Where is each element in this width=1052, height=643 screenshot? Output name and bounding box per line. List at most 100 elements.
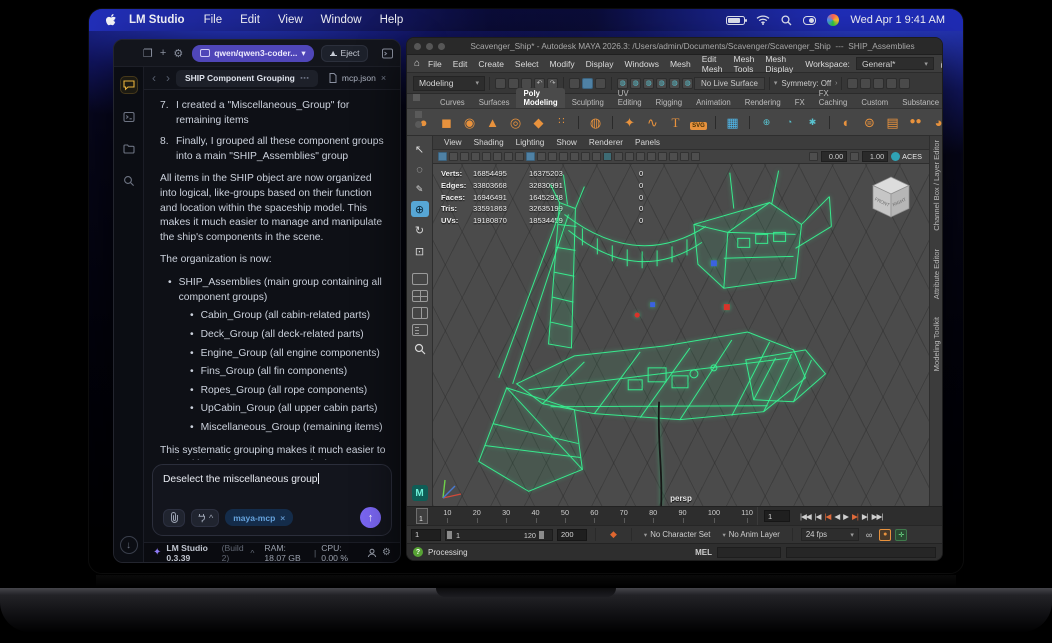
tab-attribute-editor[interactable]: Attribute Editor	[932, 249, 941, 299]
sidebar-chat-icon[interactable]	[119, 76, 138, 94]
type-tool-icon[interactable]: T	[665, 116, 686, 129]
step-back-frame-button[interactable]: |◀	[815, 512, 822, 521]
new-window-icon[interactable]: ❐	[143, 45, 153, 61]
maya-menu-mesh-display[interactable]: Mesh Display	[760, 54, 798, 74]
go-to-start-button[interactable]: |◀◀	[800, 512, 812, 521]
field-chart-icon[interactable]	[570, 152, 579, 161]
svg-tool-icon[interactable]: SVG	[688, 116, 709, 130]
zoom-window-button[interactable]	[438, 42, 445, 50]
shadows-toggle-icon[interactable]	[647, 152, 656, 161]
chevron-up-icon[interactable]: ^	[250, 548, 254, 558]
close-tab-icon[interactable]: ×	[381, 73, 386, 83]
layout-outliner-button[interactable]	[411, 324, 428, 336]
spotlight-search-icon[interactable]	[781, 14, 792, 26]
center-pivot-icon[interactable]: ✱	[802, 117, 823, 127]
maya-menu-mesh-tools[interactable]: Mesh Tools	[729, 54, 760, 74]
maya-menu-file[interactable]: File	[423, 59, 447, 69]
gate-mask-icon[interactable]	[559, 152, 568, 161]
color-management-icon[interactable]	[891, 152, 901, 161]
paint-select-tool-icon[interactable]: ✎	[411, 183, 429, 196]
menubar-app-status-icon[interactable]	[827, 14, 840, 26]
greasepencil-icon[interactable]	[515, 152, 524, 161]
maya-menu-edit[interactable]: Edit	[448, 59, 473, 69]
gamma-field[interactable]: 1.00	[862, 151, 889, 162]
remove-mcp-icon[interactable]: ×	[280, 513, 285, 523]
poly-cylinder-icon[interactable]: ◉	[459, 116, 480, 129]
mcp-server-pill[interactable]: maya-mcp ×	[225, 509, 294, 526]
shelf-tab-surfaces[interactable]: Surfaces	[472, 97, 517, 108]
lock-camera-icon[interactable]	[449, 152, 458, 161]
anim-end-field[interactable]: 200	[557, 528, 587, 541]
menu-view[interactable]: View	[278, 14, 303, 26]
maya-menu-select[interactable]: Select	[510, 59, 544, 69]
step-forward-frame-button[interactable]: ▶|	[862, 512, 869, 521]
wireframe-mode-icon[interactable]	[603, 152, 612, 161]
save-scene-icon[interactable]	[521, 77, 532, 89]
user-account-icon[interactable]	[367, 548, 377, 558]
workspace-selector[interactable]: General* ▾	[855, 57, 934, 70]
bridge-icon[interactable]: ●●	[905, 117, 926, 127]
app-version[interactable]: LM Studio 0.3.39	[166, 543, 216, 563]
time-slider[interactable]: 010 2030 4050 6070 8090 100110 1 1 |◀◀ |…	[407, 506, 942, 525]
render-settings-icon[interactable]	[873, 77, 885, 89]
grid-toggle-icon[interactable]	[526, 152, 535, 161]
select-tool-icon[interactable]: ↖	[411, 141, 429, 157]
model-selector[interactable]: qwen/qwen3-coder... ▾	[192, 44, 314, 62]
tab-options-icon[interactable]: ⋯	[300, 73, 309, 84]
snap-point-icon[interactable]: ◍	[643, 77, 654, 89]
motionblur-toggle-icon[interactable]	[669, 152, 678, 161]
step-back-key-button[interactable]: |◀	[824, 512, 831, 521]
shelf-tab-animation[interactable]: Animation	[689, 97, 738, 108]
menu-edit[interactable]: Edit	[240, 14, 260, 26]
lock-icon[interactable]	[940, 59, 942, 69]
resolution-gate-icon[interactable]	[548, 152, 557, 161]
step-forward-key-button[interactable]: ▶|	[852, 512, 859, 521]
character-set-selector[interactable]: ▾ No Character Set	[640, 530, 715, 539]
tab-ship-component-grouping[interactable]: SHIP Component Grouping ⋯	[176, 69, 318, 87]
shelf-tab-custom[interactable]: Custom	[854, 97, 895, 108]
joint-axis-icon[interactable]: ⊕	[756, 117, 777, 127]
home-icon[interactable]: ⌂	[414, 58, 420, 69]
select-hierarchy-icon[interactable]	[569, 77, 580, 89]
panel-menu-shading[interactable]: Shading	[469, 138, 509, 147]
range-end-handle[interactable]	[539, 530, 544, 539]
film-gate-icon[interactable]	[537, 152, 546, 161]
shelf-tab-poly-modeling[interactable]: Poly Modeling	[516, 88, 565, 108]
shelf-tab-substance[interactable]: Substance	[895, 97, 942, 108]
play-backwards-button[interactable]: ◀	[834, 512, 840, 521]
panel-menu-view[interactable]: View	[439, 138, 467, 147]
camera-attributes-icon[interactable]	[460, 152, 469, 161]
nav-back-button[interactable]: ‹	[148, 71, 160, 85]
maya-menu-edit-mesh[interactable]: Edit Mesh	[697, 54, 728, 74]
poly-torus-icon[interactable]: ◎	[505, 116, 526, 129]
oversca n-icon[interactable]	[504, 152, 513, 161]
fps-selector[interactable]: 24 fps ▾	[800, 528, 859, 541]
new-chat-button[interactable]: +	[160, 45, 166, 61]
chat-input-card[interactable]: Deselect the miscellaneous group ^ maya-…	[152, 464, 392, 536]
shelf-tab-rigging[interactable]: Rigging	[649, 97, 689, 108]
terminal-icon[interactable]	[382, 45, 394, 61]
snap-view-plane-icon[interactable]: ◍	[669, 77, 680, 89]
combine-icon[interactable]: ⊜	[859, 116, 880, 129]
sidebar-discover-search-icon[interactable]	[120, 172, 138, 190]
snap-grid-icon[interactable]: ◍	[617, 77, 628, 89]
shelf-item-circle-icon[interactable]	[414, 121, 422, 128]
auto-keyframe-icon[interactable]: ●	[879, 528, 892, 541]
sweep-mesh-icon[interactable]: ✦	[619, 116, 640, 129]
layout-two-pane-button[interactable]	[411, 307, 428, 319]
menubar-clock[interactable]: Wed Apr 1 9:41 AM	[850, 14, 945, 26]
battery-icon[interactable]	[726, 15, 748, 25]
control-center-icon[interactable]	[803, 15, 817, 25]
current-frame-field[interactable]: 1	[764, 510, 790, 522]
maya-menu-mesh[interactable]: Mesh	[665, 59, 696, 69]
tab-mcp-json[interactable]: mcp.json ×	[320, 70, 395, 87]
shelf-tab-rendering[interactable]: Rendering	[738, 97, 788, 108]
settings-gear-icon[interactable]: ⚙	[382, 547, 391, 558]
settings-gear-icon[interactable]: ⚙	[173, 45, 183, 61]
exposure-field[interactable]: 0.00	[821, 151, 848, 162]
panel-menu-show[interactable]: Show	[551, 138, 581, 147]
lighting-toggle-icon[interactable]	[636, 152, 645, 161]
redo-icon[interactable]: ↷	[547, 77, 558, 89]
undo-icon[interactable]: ↶	[534, 77, 545, 89]
zoom-tool-icon[interactable]	[411, 341, 429, 357]
